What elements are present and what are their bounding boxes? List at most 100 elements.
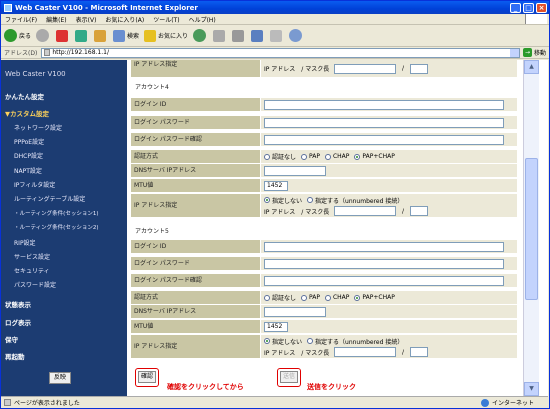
field-label: ログイン パスワード [131,257,260,271]
ip-mask-label: IP アドレス / マスク長 [264,208,330,216]
mail-button[interactable] [213,29,227,42]
field-label: ログイン パスワード [131,116,260,130]
account4-password-row: ログイン パスワード [131,116,517,130]
sidebar-item-password[interactable]: パスワード設定 [14,280,56,289]
address-dropdown[interactable] [509,48,519,57]
account4-password-confirm-row: ログイン パスワード確認 [131,133,517,147]
password-confirm-input[interactable] [264,275,504,286]
menu-view[interactable]: 表示(V) [76,15,97,24]
vertical-scrollbar[interactable]: ▲ ▼ [523,60,539,396]
sidebar-item-network[interactable]: ネットワーク設定 [14,123,62,132]
dns-input[interactable] [264,306,326,317]
edit-button[interactable] [251,29,265,42]
auth-papchap-radio[interactable]: PAP+CHAP [354,153,395,160]
mtu-input[interactable]: 1452 [264,321,288,332]
auth-none-radio[interactable]: 認証なし [264,152,296,161]
toolbar: 戻る 検索 お気に入り [1,25,549,47]
address-label: アドレス(D) [4,50,38,57]
back-label: 戻る [19,33,32,40]
sidebar-item-service[interactable]: サービス設定 [14,252,50,261]
field-label: 認証方式 [131,291,260,305]
discuss-button[interactable] [270,29,284,42]
account5-login-id-row: ログイン ID [131,240,517,254]
reflect-button[interactable]: 反映 [49,372,71,384]
maximize-button[interactable]: □ [523,2,534,13]
ip-none-radio[interactable]: 指定しない [264,337,302,346]
send-highlight [277,368,301,387]
sidebar-item-rip[interactable]: RIP設定 [14,238,36,247]
forward-button[interactable] [36,29,51,42]
sidebar-item-custom[interactable]: ▼カスタム設定 [5,108,49,118]
ie-icon [4,3,12,12]
dns-input[interactable] [264,165,326,176]
favorites-button[interactable]: お気に入り [144,29,189,42]
mask-length-input[interactable] [410,206,429,216]
password-input[interactable] [264,258,504,269]
ip-address-input[interactable] [334,206,396,216]
home-button[interactable] [94,29,108,42]
mask-length-input[interactable] [410,63,429,74]
scroll-down-icon[interactable]: ▼ [524,382,539,396]
sidebar-item-security[interactable]: セキュリティ [14,266,50,275]
refresh-button[interactable] [75,29,89,42]
sidebar-brand: Web Caster V100 [5,70,66,78]
sidebar-item-routing-cond1[interactable]: ・ルーティング条件(セッション1) [14,209,98,217]
password-confirm-input[interactable] [264,134,504,145]
auth-chap-radio[interactable]: CHAP [324,153,349,160]
ip-mask-label: IP アドレス / マスク長 [264,349,330,357]
sidebar-item-routing-table[interactable]: ルーティングテーブル設定 [14,194,85,203]
scroll-thumb[interactable] [525,158,538,300]
sidebar-item-pppoe[interactable]: PPPoE設定 [14,137,44,146]
ip-address-input[interactable] [334,347,396,357]
page-icon [44,49,51,56]
account4-mtu-row: MTU値 1452 [131,179,517,193]
ip-none-radio[interactable]: 指定しない [264,196,302,205]
sidebar-item-reboot[interactable]: 再起動 [5,351,25,361]
messenger-button[interactable] [289,29,304,42]
stop-button[interactable] [56,29,70,42]
menu-edit[interactable]: 編集(E) [46,15,66,24]
menu-file[interactable]: ファイル(F) [5,15,37,24]
password-input[interactable] [264,117,504,128]
scroll-up-icon[interactable]: ▲ [524,60,539,74]
sidebar-item-routing-cond2[interactable]: ・ルーティング条件(セッション2) [14,223,98,231]
sidebar-item-maintenance[interactable]: 保守 [5,334,18,344]
print-button[interactable] [232,29,246,42]
auth-papchap-radio[interactable]: PAP+CHAP [354,294,395,301]
sidebar-item-dhcp[interactable]: DHCP設定 [14,151,43,160]
search-label: 検索 [127,33,140,40]
sidebar-item-easy[interactable]: かんたん設定 [5,91,44,101]
back-arrow-icon [4,29,17,42]
auth-none-radio[interactable]: 認証なし [264,293,296,302]
address-input[interactable]: http://192.168.1.1/ [41,47,520,58]
field-label: DNSサーバ IPアドレス [131,164,260,178]
go-button[interactable]: → 移動 [522,48,546,57]
menu-favorites[interactable]: お気に入り(A) [105,15,144,24]
auth-pap-radio[interactable]: PAP [301,153,320,160]
menu-help[interactable]: ヘルプ(H) [189,15,216,24]
mtu-input[interactable]: 1452 [264,180,288,191]
status-text: ページが表示されました [14,400,80,407]
sidebar-item-status[interactable]: 状態表示 [5,299,31,309]
ip-unnumbered-radio[interactable]: 指定する（unnumbered 接続） [307,337,403,346]
back-button[interactable]: 戻る [4,29,31,42]
sidebar-item-log[interactable]: ログ表示 [5,317,31,327]
login-id-input[interactable] [264,241,504,252]
close-button[interactable]: × [536,2,547,13]
history-button[interactable] [193,29,208,42]
windows-logo-icon [525,14,547,24]
address-url: http://192.168.1.1/ [52,49,109,56]
mask-length-input[interactable] [410,347,429,357]
ip-unnumbered-radio[interactable]: 指定する（unnumbered 接続） [307,196,403,205]
field-label: IP アドレス指定 [131,194,260,218]
auth-chap-radio[interactable]: CHAP [324,294,349,301]
ip-address-input[interactable] [334,63,396,74]
auth-pap-radio[interactable]: PAP [301,294,320,301]
favorites-label: お気に入り [158,33,189,40]
sidebar-item-napt[interactable]: NAPT設定 [14,166,42,175]
minimize-button[interactable]: _ [510,2,521,13]
search-button[interactable]: 検索 [113,29,140,42]
login-id-input[interactable] [264,99,504,110]
menu-tools[interactable]: ツール(T) [153,15,179,24]
sidebar-item-ipfilter[interactable]: IPフィルタ設定 [14,180,55,189]
